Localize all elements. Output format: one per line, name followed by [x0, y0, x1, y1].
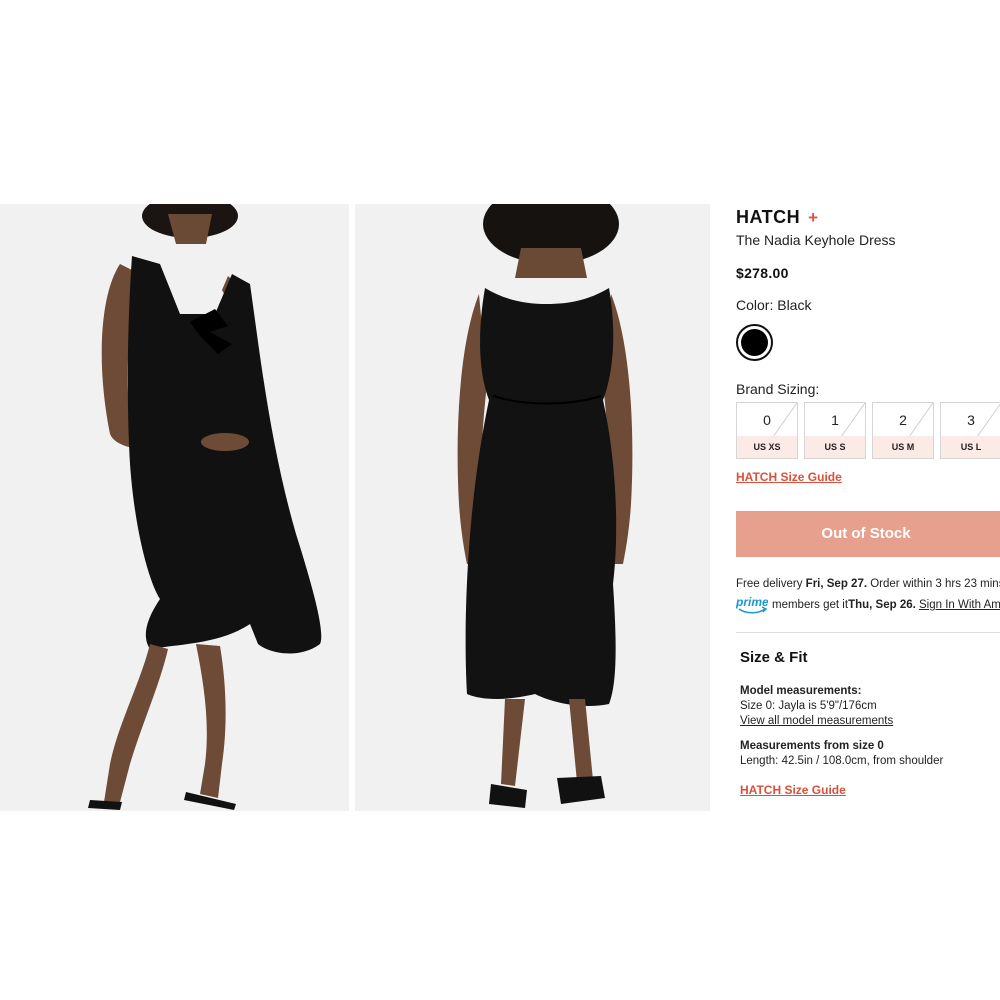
model-back-photo: [355, 204, 710, 811]
amazon-sign-in-link[interactable]: Sign In With Amazon: [919, 599, 1000, 611]
model-measurements: Model measurements: Size 0: Jayla is 5'9…: [740, 684, 893, 729]
size-us-label: US XS: [737, 436, 797, 458]
out-of-stock-button[interactable]: Out of Stock: [736, 511, 1000, 557]
brand-name[interactable]: HATCH: [736, 207, 800, 228]
divider: [736, 632, 1000, 633]
model-measurements-line: Size 0: Jayla is 5'9"/176cm: [740, 700, 877, 712]
size-us-label: US S: [805, 436, 865, 458]
size-selector: 0 US XS 1 US S 2 US M 3 US L: [736, 402, 1000, 459]
prime-logo: prime: [736, 595, 768, 614]
size-value: 0: [763, 412, 771, 428]
garment-measurements: Measurements from size 0 Length: 42.5in …: [740, 739, 943, 769]
product-image-back[interactable]: [355, 204, 710, 811]
measurements-heading: Measurements from size 0: [740, 740, 884, 752]
size-us-label: US M: [873, 436, 933, 458]
swatch-fill: [741, 329, 768, 356]
product-price: $278.00: [736, 265, 789, 281]
product-title: The Nadia Keyhole Dress: [736, 232, 896, 248]
length-measurement: Length: 42.5in / 108.0cm, from shoulder: [740, 755, 944, 767]
delivery-date: Fri, Sep 27.: [805, 578, 868, 590]
brand-row: HATCH +: [736, 207, 818, 228]
size-fit-title: Size & Fit: [740, 649, 808, 666]
sizing-label: Brand Sizing:: [736, 381, 820, 397]
size-option-2[interactable]: 2 US M: [872, 402, 934, 459]
plus-icon[interactable]: +: [808, 209, 818, 226]
size-value: 3: [967, 412, 975, 428]
size-fit-guide-link[interactable]: HATCH Size Guide: [740, 783, 846, 797]
color-swatch-black[interactable]: [736, 324, 773, 361]
size-value: 1: [831, 412, 839, 428]
view-model-measurements-link[interactable]: View all model measurements: [740, 714, 893, 729]
product-info-panel: HATCH + The Nadia Keyhole Dress $278.00 …: [736, 200, 1000, 820]
delivery-info: Free delivery Fri, Sep 27. Order within …: [736, 578, 1000, 590]
prime-prefix: members get it: [772, 599, 849, 611]
prime-date: Thu, Sep 26.: [848, 599, 916, 611]
prime-delivery-row: prime members get it Thu, Sep 26. Sign I…: [736, 595, 1000, 615]
color-label: Color: Black: [736, 297, 812, 313]
size-value: 2: [899, 412, 907, 428]
size-option-0[interactable]: 0 US XS: [736, 402, 798, 459]
size-guide-link[interactable]: HATCH Size Guide: [736, 470, 842, 484]
model-measurements-heading: Model measurements:: [740, 685, 862, 697]
size-us-label: US L: [941, 436, 1000, 458]
delivery-cutoff: Order within 3 hrs 23 mins: [867, 578, 1000, 590]
product-image-front[interactable]: [0, 204, 349, 811]
delivery-prefix: Free delivery: [736, 578, 806, 590]
size-option-3[interactable]: 3 US L: [940, 402, 1000, 459]
size-option-1[interactable]: 1 US S: [804, 402, 866, 459]
model-front-photo: [0, 204, 349, 811]
